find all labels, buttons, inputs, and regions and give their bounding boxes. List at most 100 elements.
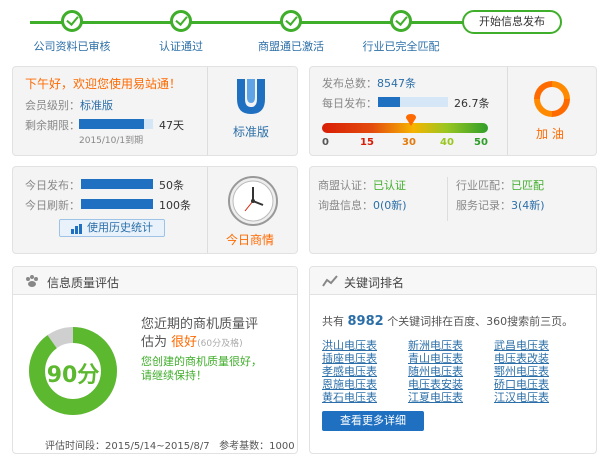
account-card: 下午好，欢迎您使用易站通！ 会员级别：标准版 剩余期限： 47天 2015/10…: [12, 66, 298, 156]
remaining-bar: [79, 119, 153, 129]
keyword-link[interactable]: 插座电压表: [322, 352, 377, 365]
member-level-label: 会员级别：: [25, 99, 80, 112]
scale-marker-icon: [405, 114, 416, 126]
inquiry-value[interactable]: 0(0新): [373, 199, 407, 212]
today-business-label[interactable]: 今日商情: [226, 231, 274, 248]
keyword-link[interactable]: 硚口电压表: [494, 378, 549, 391]
step-company-verified: 公司资料已审核: [12, 10, 132, 54]
trend-icon: [322, 274, 338, 288]
card-divider: [207, 167, 208, 253]
quality-period: 评估时间段：2015/5/14~2015/8/7: [45, 441, 210, 452]
step-certified: 认证通过: [121, 10, 241, 54]
more-details-button[interactable]: 查看更多详细: [322, 411, 424, 431]
publish-card: 发布总数：8547条 每日发布： 26.7条 0 15 30 40 50 加 油: [309, 66, 597, 156]
step-label: 商盟通已激活: [258, 40, 324, 53]
keyword-column: 新洲电压表 青山电压表 随州电压表 电压表安装 江夏电压表: [408, 339, 463, 404]
clock-icon: [227, 175, 279, 227]
keywords-summary-prefix: 共有: [322, 315, 344, 328]
paw-icon: [25, 274, 39, 288]
scale-tick: 15: [360, 137, 374, 148]
daily-bar-fill: [378, 97, 401, 107]
keyword-link[interactable]: 江汉电压表: [494, 391, 549, 404]
daily-value: 26.7条: [454, 97, 490, 110]
edition-badge-label: 标准版: [233, 125, 270, 139]
inquiry-status: 询盘信息：0(0新): [318, 197, 407, 213]
scale-tick: 50: [474, 137, 488, 148]
step-label: 认证通过: [159, 40, 203, 53]
daily-label: 每日发布：: [322, 97, 377, 110]
quality-card: 信息质量评估 90分 您近期的商机质量评 估为 很好(60分及格) 您创建的商机…: [12, 266, 298, 454]
standard-edition-icon: [233, 77, 269, 115]
check-icon: [280, 10, 302, 32]
keyword-link[interactable]: 鄂州电压表: [494, 365, 549, 378]
keyword-column: 武昌电压表 电压表改装 鄂州电压表 硚口电压表 江汉电压表: [494, 339, 549, 404]
industry-label: 行业匹配：: [456, 179, 511, 192]
quality-title: 信息质量评估: [47, 276, 120, 290]
start-publishing-button[interactable]: 开始信息发布: [462, 10, 562, 34]
history-stats-label: 使用历史统计: [87, 221, 153, 234]
keywords-card: 关键词排名 共有 8982 个关键词排在百度、360搜索前三页。 洪山电压表 插…: [309, 266, 597, 454]
industry-status: 行业匹配：已匹配: [456, 177, 544, 193]
keywords-title: 关键词排名: [344, 276, 405, 290]
step-label: 行业已完全匹配: [362, 40, 440, 53]
keyword-link[interactable]: 青山电压表: [408, 352, 463, 365]
card-divider: [507, 67, 508, 155]
remaining-label: 剩余期限：: [25, 119, 80, 132]
step-label: 公司资料已审核: [33, 40, 111, 53]
expiry-note: 2015/10/1到期: [79, 136, 144, 146]
history-stats-button[interactable]: 使用历史统计: [59, 219, 165, 237]
keyword-column: 洪山电压表 插座电压表 孝感电压表 恩施电压表 黄石电压表: [322, 339, 377, 404]
greeting-text: 下午好，欢迎您使用易站通！: [25, 77, 182, 91]
keyword-link[interactable]: 武昌电压表: [494, 339, 549, 352]
service-value[interactable]: 3(4新): [511, 199, 545, 212]
quality-footer: 评估时间段：2015/5/14~2015/8/7 参考基数：1000: [45, 437, 295, 452]
alliance-label: 商盟认证：: [318, 179, 373, 192]
scale-tick: 0: [322, 137, 329, 148]
today-publish-label: 今日发布：: [25, 179, 80, 192]
quality-rating: 很好: [171, 335, 198, 350]
boost-label[interactable]: 加 油: [536, 125, 564, 142]
scale-tick: 40: [440, 137, 454, 148]
total-published: 发布总数：8547条: [322, 75, 416, 91]
status-divider: [447, 177, 448, 221]
step-industry-matched: 行业已完全匹配: [341, 10, 461, 54]
member-level-value: 标准版: [80, 99, 113, 112]
today-refresh-bar: [81, 199, 153, 209]
quality-base: 参考基数：1000: [219, 441, 295, 452]
check-icon: [390, 10, 412, 32]
total-value: 8547条: [377, 77, 416, 90]
quality-card-header: 信息质量评估: [13, 267, 297, 295]
service-status: 服务记录：3(4新): [456, 197, 545, 213]
progress-steps: 公司资料已审核 认证通过 商盟通已激活 行业已完全匹配 开始信息发布: [0, 0, 600, 56]
keyword-link[interactable]: 江夏电压表: [408, 391, 463, 404]
keyword-link[interactable]: 恩施电压表: [322, 378, 377, 391]
service-label: 服务记录：: [456, 199, 511, 212]
keyword-link[interactable]: 黄石电压表: [322, 391, 377, 404]
quality-desc-prefix: 估为: [141, 335, 168, 350]
keyword-link[interactable]: 电压表改装: [494, 352, 549, 365]
today-refresh-value: 100条: [159, 199, 191, 212]
keywords-card-header: 关键词排名: [310, 267, 596, 295]
check-icon: [170, 10, 192, 32]
daily-bar: [378, 97, 448, 107]
keyword-link[interactable]: 随州电压表: [408, 365, 463, 378]
keyword-link[interactable]: 电压表安装: [408, 378, 463, 391]
check-icon: [61, 10, 83, 32]
quality-score-ring: 90分: [27, 325, 119, 417]
keyword-link[interactable]: 孝感电压表: [322, 365, 377, 378]
today-publish-value: 50条: [159, 179, 184, 192]
refresh-icon[interactable]: [530, 77, 574, 121]
alliance-value: 已认证: [373, 179, 406, 192]
today-card: 今日发布： 50条 今日刷新： 100条 使用历史统计 今日商情: [12, 166, 298, 254]
status-card: 商盟认证：已认证 询盘信息：0(0新) 行业匹配：已匹配 服务记录：3(4新): [309, 166, 597, 254]
keywords-summary-suffix: 个关键词排在百度、360搜索前三页。: [387, 315, 574, 328]
total-label: 发布总数：: [322, 77, 377, 90]
step-alliance-activated: 商盟通已激活: [231, 10, 351, 54]
alliance-status: 商盟认证：已认证: [318, 177, 406, 193]
quality-encourage-line2: 请继续保持！: [141, 369, 207, 382]
keywords-count: 8982: [347, 314, 384, 329]
keyword-link[interactable]: 洪山电压表: [322, 339, 377, 352]
inquiry-label: 询盘信息：: [318, 199, 373, 212]
keyword-link[interactable]: 新洲电压表: [408, 339, 463, 352]
today-refresh-label: 今日刷新：: [25, 199, 80, 212]
